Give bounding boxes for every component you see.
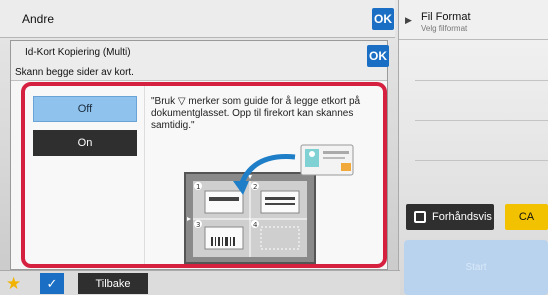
scanner-glass-illustration: 1 2 3 4 xyxy=(184,144,354,264)
file-format-item[interactable]: ▶ Fil Format Velg filformat xyxy=(399,0,548,40)
preview-button[interactable]: Forhåndsvis xyxy=(406,204,494,230)
top-bar: Andre OK xyxy=(0,0,395,38)
dialog-title: Id-Kort Kopiering (Multi) xyxy=(25,47,131,58)
star-icon[interactable]: ★ xyxy=(6,274,21,294)
header-ok-button[interactable]: OK xyxy=(372,8,394,30)
dialog-subtitle: Skann begge sider av kort. xyxy=(15,67,134,78)
svg-text:1: 1 xyxy=(196,183,200,191)
preview-label: Forhåndsvis xyxy=(432,211,492,223)
back-button[interactable]: Tilbake xyxy=(78,273,148,294)
page-title: Andre xyxy=(22,12,55,26)
svg-text:4: 4 xyxy=(253,221,258,229)
check-icon[interactable]: ✓ xyxy=(40,273,64,294)
svg-text:3: 3 xyxy=(196,221,200,229)
file-format-subtitle: Velg filformat xyxy=(421,24,468,33)
svg-text:2: 2 xyxy=(253,183,257,191)
file-format-title: Fil Format xyxy=(421,11,471,23)
instruction-text: "Bruk ▽ merker som guide for å legge etk… xyxy=(151,96,361,131)
preview-icon xyxy=(414,211,426,223)
highlight-frame: Off On "Bruk ▽ merker som guide for å le… xyxy=(21,82,387,268)
ca-button[interactable]: CA xyxy=(505,204,548,230)
start-button[interactable]: Start xyxy=(404,240,548,295)
off-option-button[interactable]: Off xyxy=(33,96,137,122)
play-icon: ▶ xyxy=(405,15,412,25)
option-column: Off On xyxy=(25,86,145,264)
dialog-ok-button[interactable]: OK xyxy=(367,45,389,67)
on-option-button[interactable]: On xyxy=(33,130,137,156)
bottom-bar: ★ ✓ Tilbake xyxy=(0,270,400,295)
